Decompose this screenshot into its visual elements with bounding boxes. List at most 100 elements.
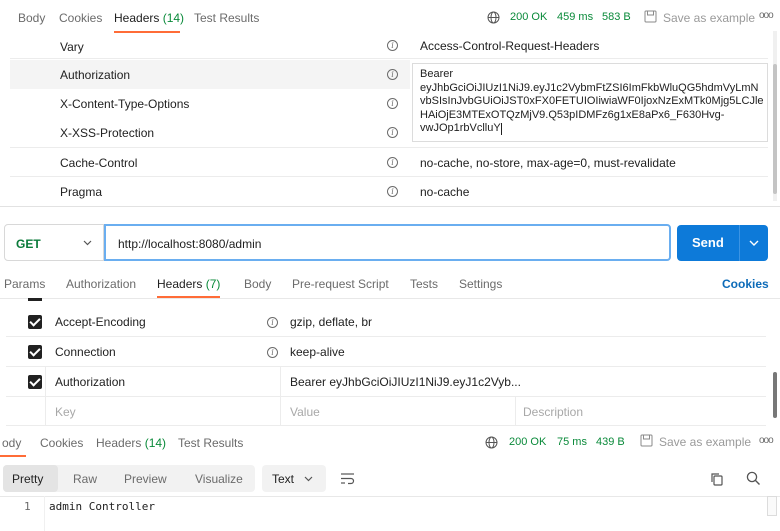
top-header-key: Cache-Control bbox=[60, 156, 138, 170]
top-tab-headers[interactable]: Headers (14) bbox=[114, 11, 184, 25]
save-icon[interactable] bbox=[640, 434, 653, 447]
bottom-size[interactable]: 439 B bbox=[596, 436, 625, 448]
info-icon[interactable]: i bbox=[267, 317, 278, 328]
bottom-tab-test-results[interactable]: Test Results bbox=[178, 436, 243, 450]
bottom-tab-headers-label: Headers bbox=[96, 436, 142, 450]
top-size[interactable]: 583 B bbox=[602, 11, 631, 23]
header-key[interactable]: Authorization bbox=[55, 375, 125, 389]
table-row bbox=[6, 337, 766, 367]
info-icon[interactable]: i bbox=[387, 127, 398, 138]
key-placeholder[interactable]: Key bbox=[55, 405, 76, 419]
panel-divider bbox=[0, 206, 780, 207]
token-line: Bearer bbox=[420, 68, 454, 80]
token-line: vbSIsInJvbGUiOiJST0xFX0FETUIOIiwiaWF0Ijo… bbox=[420, 95, 764, 107]
description-placeholder[interactable]: Description bbox=[523, 405, 583, 419]
token-line: vwJOp1rbVclluY bbox=[420, 122, 501, 134]
editor-scrollbar[interactable] bbox=[767, 496, 777, 516]
info-icon[interactable]: i bbox=[387, 186, 398, 197]
chevron-down-icon bbox=[83, 240, 92, 246]
tab-headers-label: Headers bbox=[157, 277, 203, 291]
line-number: 1 bbox=[24, 500, 31, 513]
top-header-key: Vary bbox=[60, 40, 84, 54]
tab-settings[interactable]: Settings bbox=[459, 277, 502, 291]
top-time[interactable]: 459 ms bbox=[557, 11, 593, 23]
partial-checkbox bbox=[28, 298, 42, 301]
tab-authorization[interactable]: Authorization bbox=[66, 277, 136, 291]
tab-headers-count: (7) bbox=[205, 277, 221, 291]
tab-body[interactable]: Body bbox=[244, 277, 271, 291]
header-key[interactable]: Connection bbox=[55, 345, 116, 359]
bottom-tab-underline bbox=[0, 455, 26, 457]
top-tab-test-results[interactable]: Test Results bbox=[194, 11, 259, 25]
top-header-key: Pragma bbox=[60, 185, 103, 199]
method-label: GET bbox=[16, 237, 41, 251]
response-body-text[interactable]: admin Controller bbox=[49, 500, 155, 513]
bottom-tab-cookies[interactable]: Cookies bbox=[40, 436, 83, 450]
send-label: Send bbox=[692, 235, 724, 250]
token-line: eyJhbGciOiJIUzI1NiJ9.eyJ1c2VybmFtZSI6ImF… bbox=[420, 81, 759, 94]
bottom-time[interactable]: 75 ms bbox=[557, 436, 587, 448]
text-cursor bbox=[500, 122, 502, 135]
send-options-button[interactable] bbox=[739, 225, 768, 261]
top-header-key: X-XSS-Protection bbox=[60, 126, 155, 140]
info-icon[interactable]: i bbox=[387, 40, 398, 51]
view-tab-preview[interactable]: Preview bbox=[124, 472, 167, 486]
header-value[interactable]: keep-alive bbox=[290, 345, 345, 359]
editor-top-border bbox=[0, 496, 780, 497]
table-row-empty bbox=[6, 397, 766, 426]
info-icon[interactable]: i bbox=[387, 69, 398, 80]
row-checkbox[interactable] bbox=[28, 375, 42, 389]
search-icon[interactable] bbox=[746, 471, 761, 486]
copy-icon[interactable] bbox=[710, 472, 724, 486]
info-icon[interactable]: i bbox=[387, 98, 398, 109]
gutter-divider bbox=[44, 496, 45, 531]
bottom-tab-headers[interactable]: Headers (14) bbox=[96, 436, 166, 450]
authorization-value-editor[interactable]: Bearer eyJhbGciOiJIUzI1NiJ9.eyJ1c2VybmFt… bbox=[412, 63, 768, 142]
globe-icon[interactable] bbox=[485, 436, 498, 449]
header-key[interactable]: Accept-Encoding bbox=[55, 315, 146, 329]
method-select[interactable]: GET bbox=[4, 224, 104, 261]
table-scrollbar-thumb[interactable] bbox=[773, 372, 777, 418]
top-more-icon[interactable]: ooo bbox=[759, 10, 774, 21]
top-scrollbar-thumb[interactable] bbox=[773, 64, 777, 194]
top-save-as-example[interactable]: Save as example bbox=[663, 11, 755, 25]
chevron-down-icon bbox=[304, 476, 313, 482]
globe-icon[interactable] bbox=[487, 11, 500, 24]
tab-pre-request-script[interactable]: Pre-request Script bbox=[292, 277, 389, 291]
bottom-more-icon[interactable]: ooo bbox=[759, 435, 774, 446]
header-value[interactable]: Bearer eyJhbGciOiJIUzI1NiJ9.eyJ1c2Vyb... bbox=[290, 375, 521, 389]
value-placeholder[interactable]: Value bbox=[290, 405, 320, 419]
bottom-tab-body[interactable]: ody bbox=[2, 436, 21, 450]
top-header-key: X-Content-Type-Options bbox=[60, 97, 190, 111]
bottom-status[interactable]: 200 OK bbox=[509, 436, 546, 448]
top-header-value: no-cache, no-store, max-age=0, must-reva… bbox=[420, 156, 676, 170]
top-header-value: no-cache bbox=[420, 185, 470, 199]
top-header-value: Access-Control-Request-Headers bbox=[420, 39, 600, 53]
url-text: http://localhost:8080/admin bbox=[118, 237, 262, 251]
cookies-link[interactable]: Cookies bbox=[722, 277, 769, 291]
tab-params[interactable]: Params bbox=[4, 277, 45, 291]
chevron-down-icon bbox=[749, 240, 759, 246]
row-checkbox[interactable] bbox=[28, 315, 42, 329]
top-tab-headers-label: Headers bbox=[114, 11, 160, 25]
top-status[interactable]: 200 OK bbox=[510, 11, 547, 23]
view-tab-raw[interactable]: Raw bbox=[73, 472, 97, 486]
format-select[interactable]: Text bbox=[262, 465, 326, 492]
token-line: HAiOjE3MTExOTQzMjV9.Q53pIDMFz6g1xE8aPx6_… bbox=[420, 108, 725, 121]
header-value[interactable]: gzip, deflate, br bbox=[290, 315, 372, 329]
view-tab-pretty[interactable]: Pretty bbox=[12, 472, 43, 486]
send-button[interactable]: Send bbox=[677, 225, 739, 261]
top-tab-body[interactable]: Body bbox=[18, 11, 45, 25]
url-input[interactable]: http://localhost:8080/admin bbox=[104, 224, 671, 261]
save-icon[interactable] bbox=[644, 10, 657, 23]
row-checkbox[interactable] bbox=[28, 345, 42, 359]
top-header-key: Authorization bbox=[60, 68, 131, 82]
info-icon[interactable]: i bbox=[387, 157, 398, 168]
top-tab-cookies[interactable]: Cookies bbox=[59, 11, 102, 25]
info-icon[interactable]: i bbox=[267, 347, 278, 358]
tab-headers[interactable]: Headers (7) bbox=[157, 277, 220, 291]
bottom-save-as-example[interactable]: Save as example bbox=[659, 435, 751, 449]
view-tab-visualize[interactable]: Visualize bbox=[195, 472, 243, 486]
tab-tests[interactable]: Tests bbox=[410, 277, 438, 291]
wrap-lines-icon[interactable] bbox=[340, 472, 355, 485]
